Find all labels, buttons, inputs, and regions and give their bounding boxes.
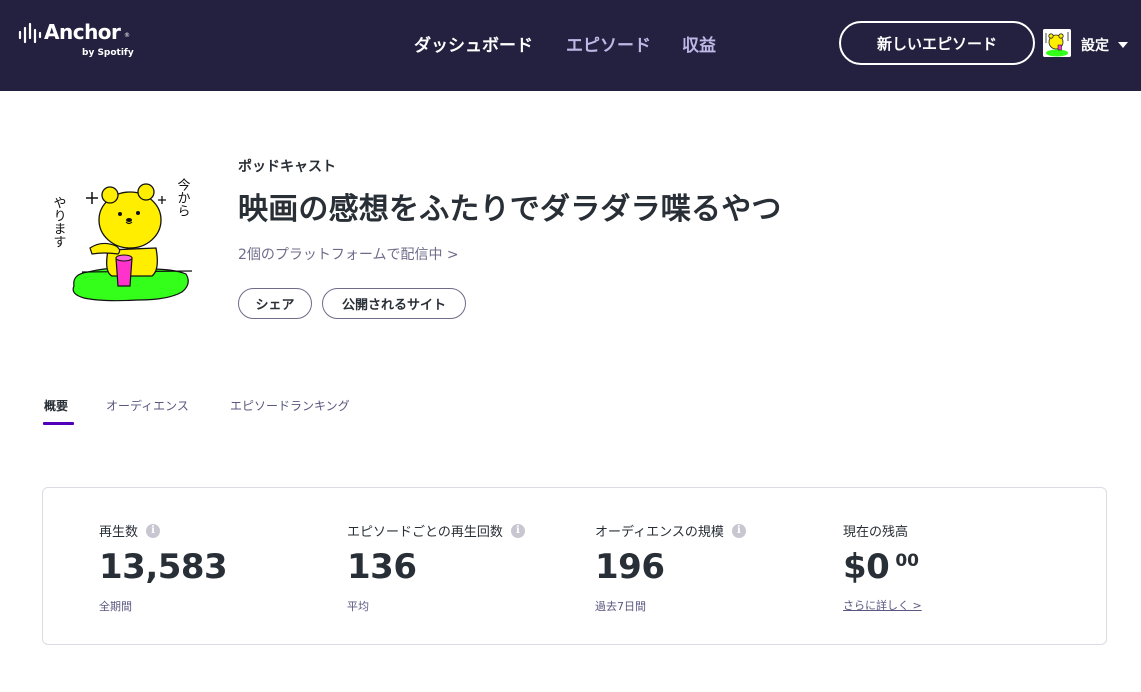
stats-card: 再生数 i 13,583 全期間 エピソードごとの再生回数 i 136 平均 オ… — [42, 487, 1107, 645]
stat-value: 13,583 — [99, 547, 228, 587]
stat-label: 現在の残高 — [843, 525, 909, 540]
nav-earnings[interactable]: 収益 — [682, 31, 716, 56]
share-button[interactable]: シェア — [238, 288, 312, 319]
stat-value: 136 — [347, 547, 417, 587]
nav-dashboard[interactable]: ダッシュボード — [414, 31, 533, 56]
learn-more-link[interactable]: さらに詳しく > — [843, 597, 922, 613]
info-icon[interactable]: i — [510, 523, 525, 538]
stat-sub: 全期間 — [99, 600, 132, 613]
cover-illustration: 今から やります — [42, 148, 212, 318]
balance-dollars: $0 — [843, 547, 890, 587]
stat-plays-per-episode: エピソードごとの再生回数 i 136 平均 — [347, 521, 577, 621]
info-icon[interactable]: i — [731, 523, 746, 538]
brand-name: Anchor — [44, 20, 121, 44]
stat-current-balance: 現在の残高 $0 00 さらに詳しく > — [843, 521, 1073, 621]
stat-plays: 再生数 i 13,583 全期間 — [99, 521, 329, 621]
new-episode-button[interactable]: 新しいエピソード — [839, 21, 1035, 65]
registered-mark: ® — [124, 32, 130, 39]
anchor-logo[interactable]: Anchor ® by Spotify — [18, 20, 138, 64]
stat-sub: 過去7日間 — [595, 600, 646, 613]
public-site-button[interactable]: 公開されるサイト — [322, 288, 466, 319]
podcast-cover-art: 今から やります — [42, 148, 212, 318]
stat-label: オーディエンスの規模 — [595, 525, 724, 540]
stat-label: 再生数 — [99, 525, 139, 540]
stat-audience-size: オーディエンスの規模 i 196 過去7日間 — [595, 521, 825, 621]
avatar[interactable] — [1043, 29, 1071, 57]
info-icon[interactable]: i — [146, 523, 161, 538]
platforms-link[interactable]: 2個のプラットフォームで配信中 > — [238, 244, 459, 264]
tab-audience[interactable]: オーディエンス — [106, 397, 189, 414]
settings-menu[interactable]: 設定 — [1081, 35, 1109, 55]
podcast-kicker: ポッドキャスト — [238, 159, 336, 175]
brand-sub: by Spotify — [82, 48, 134, 58]
nav-episodes[interactable]: エピソード — [566, 31, 651, 56]
page-title: 映画の感想をふたりでダラダラ喋るやつ — [238, 192, 782, 227]
active-tab-indicator — [43, 422, 74, 425]
cover-text-2: やります — [51, 196, 67, 248]
stat-value: $0 00 — [843, 547, 919, 587]
stat-label: エピソードごとの再生回数 — [347, 525, 503, 540]
tab-episode-ranking[interactable]: エピソードランキング — [230, 397, 350, 414]
stat-value: 196 — [595, 547, 665, 587]
top-navigation-bar: Anchor ® by Spotify ダッシュボード エピソード 収益 新しい… — [0, 0, 1141, 91]
cover-text-1: 今から — [175, 177, 191, 217]
anchor-waves-icon — [18, 22, 42, 44]
chevron-down-icon[interactable] — [1118, 42, 1128, 48]
bear-avatar-icon — [1043, 29, 1071, 57]
tab-overview[interactable]: 概要 — [44, 397, 68, 414]
balance-cents: 00 — [895, 551, 919, 571]
stat-sub: 平均 — [347, 600, 369, 613]
